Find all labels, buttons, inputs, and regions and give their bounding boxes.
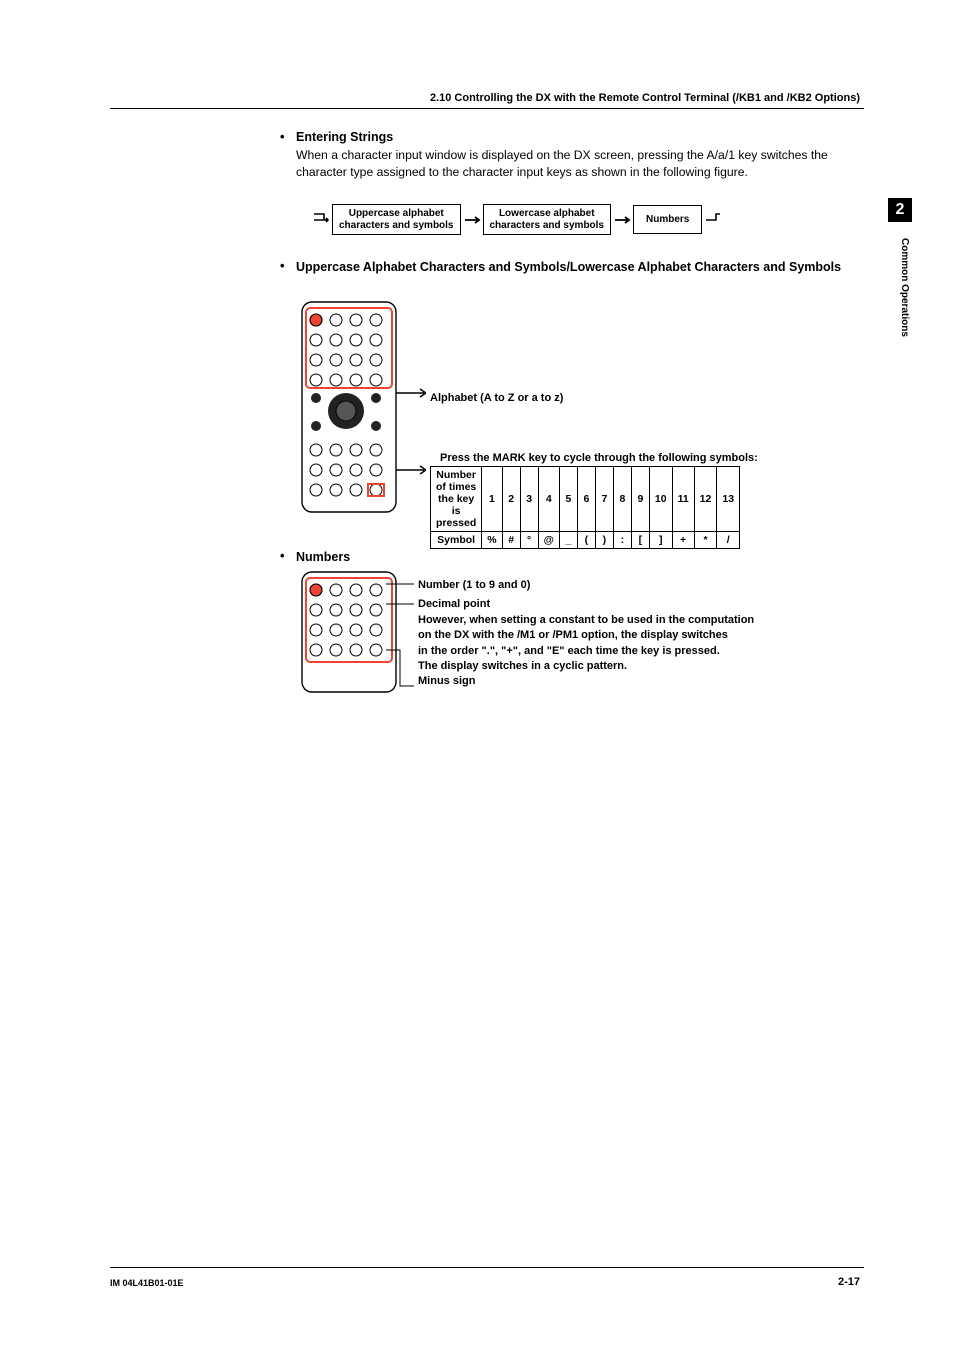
para-alphabet: • Uppercase Alphabet Characters and Symb… — [296, 258, 856, 276]
b1-text: When a character input window is display… — [296, 148, 828, 180]
bullet-icon: • — [280, 258, 285, 273]
mark-label: Press the MARK key to cycle through the … — [440, 452, 758, 464]
bullet-icon: • — [280, 548, 285, 563]
footer-doc-id: IM 04L41B01-01E — [110, 1278, 184, 1288]
para-numbers: • Numbers — [296, 548, 350, 566]
footer-page: 2-17 — [838, 1276, 860, 1288]
chapter-name: Common Operations — [899, 238, 910, 337]
symbol-table: Number of timesthe key is pressed 123456… — [430, 466, 740, 549]
alphabet-label: Alphabet (A to Z or a to z) — [430, 392, 563, 404]
b3-title: Numbers — [296, 550, 350, 564]
remote-diagram — [296, 298, 426, 518]
flow-box-upper: Uppercase alphabetcharacters and symbols — [332, 204, 461, 235]
chapter-tab: 2 — [888, 198, 912, 222]
mode-flow: Uppercase alphabetcharacters and symbols… — [312, 204, 722, 235]
para-entering-strings: • Entering Strings When a character inpu… — [296, 128, 856, 182]
remote-diagram-numbers — [296, 568, 426, 708]
numbers-labels: Number (1 to 9 and 0) Decimal point Howe… — [418, 578, 858, 690]
bullet-icon: • — [280, 128, 285, 147]
b2-title: Uppercase Alphabet Characters and Symbol… — [296, 260, 841, 274]
b1-title: Entering Strings — [296, 130, 393, 144]
section-header: 2.10 Controlling the DX with the Remote … — [430, 92, 860, 104]
flow-box-numbers: Numbers — [633, 205, 702, 235]
flow-box-lower: Lowercase alphabetcharacters and symbols — [483, 204, 612, 235]
